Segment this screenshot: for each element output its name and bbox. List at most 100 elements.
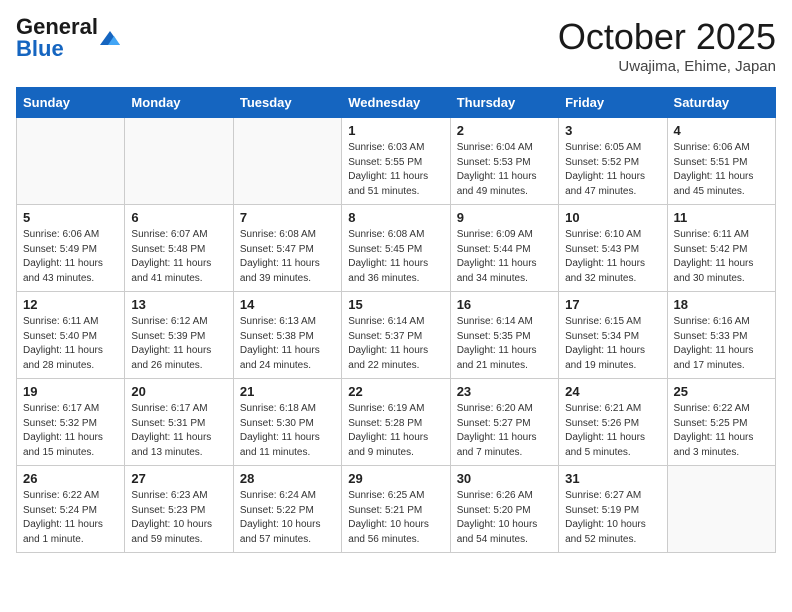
- calendar-cell: 15 Sunrise: 6:14 AM Sunset: 5:37 PM Dayli…: [342, 292, 450, 379]
- weekday-header-row: SundayMondayTuesdayWednesdayThursdayFrid…: [17, 88, 776, 118]
- weekday-header-sunday: Sunday: [17, 88, 125, 118]
- day-info: Sunrise: 6:05 AM Sunset: 5:52 PM Dayligh…: [565, 141, 660, 199]
- calendar-cell: 23 Sunrise: 6:20 AM Sunset: 5:27 PM Dayli…: [450, 379, 558, 466]
- day-info: Sunrise: 6:09 AM Sunset: 5:44 PM Dayligh…: [457, 228, 552, 286]
- day-info: Sunrise: 6:27 AM Sunset: 5:19 PM Dayligh…: [565, 489, 660, 547]
- calendar-cell: 31Sunrise: 6:27 AM Sunset: 5:19 PM Dayli…: [559, 466, 667, 553]
- calendar-cell: 20 Sunrise: 6:17 AM Sunset: 5:31 PM Dayli…: [125, 379, 233, 466]
- day-info: Sunrise: 6:22 AM Sunset: 5:25 PM Dayligh…: [674, 402, 769, 460]
- calendar-cell: [125, 118, 233, 205]
- calendar-cell: [17, 118, 125, 205]
- day-number: 30: [457, 471, 552, 486]
- calendar-cell: 17Sunrise: 6:15 AM Sunset: 5:34 PM Dayli…: [559, 292, 667, 379]
- day-number: 23: [457, 384, 552, 399]
- calendar-cell: 28 Sunrise: 6:24 AM Sunset: 5:22 PM Dayli…: [233, 466, 341, 553]
- week-row-3: 12 Sunrise: 6:11 AM Sunset: 5:40 PM Dayli…: [17, 292, 776, 379]
- day-info: Sunrise: 6:03 AM Sunset: 5:55 PM Dayligh…: [348, 141, 443, 199]
- calendar-cell: 16 Sunrise: 6:14 AM Sunset: 5:35 PM Dayli…: [450, 292, 558, 379]
- day-info: Sunrise: 6:19 AM Sunset: 5:28 PM Dayligh…: [348, 402, 443, 460]
- location: Uwajima, Ehime, Japan: [558, 58, 776, 75]
- day-info: Sunrise: 6:15 AM Sunset: 5:34 PM Dayligh…: [565, 315, 660, 373]
- day-info: Sunrise: 6:16 AM Sunset: 5:33 PM Dayligh…: [674, 315, 769, 373]
- day-info: Sunrise: 6:17 AM Sunset: 5:31 PM Dayligh…: [131, 402, 226, 460]
- day-number: 11: [674, 210, 769, 225]
- week-row-1: 1 Sunrise: 6:03 AM Sunset: 5:55 PM Daylig…: [17, 118, 776, 205]
- day-info: Sunrise: 6:13 AM Sunset: 5:38 PM Dayligh…: [240, 315, 335, 373]
- logo: General Blue: [16, 16, 120, 60]
- calendar-cell: 18 Sunrise: 6:16 AM Sunset: 5:33 PM Dayli…: [667, 292, 775, 379]
- day-number: 27: [131, 471, 226, 486]
- day-info: Sunrise: 6:25 AM Sunset: 5:21 PM Dayligh…: [348, 489, 443, 547]
- day-number: 15: [348, 297, 443, 312]
- day-number: 20: [131, 384, 226, 399]
- day-info: Sunrise: 6:11 AM Sunset: 5:40 PM Dayligh…: [23, 315, 118, 373]
- day-number: 9: [457, 210, 552, 225]
- day-number: 8: [348, 210, 443, 225]
- calendar-cell: 5 Sunrise: 6:06 AM Sunset: 5:49 PM Daylig…: [17, 205, 125, 292]
- day-number: 29: [348, 471, 443, 486]
- weekday-header-saturday: Saturday: [667, 88, 775, 118]
- calendar-cell: 11 Sunrise: 6:11 AM Sunset: 5:42 PM Dayli…: [667, 205, 775, 292]
- weekday-header-tuesday: Tuesday: [233, 88, 341, 118]
- day-number: 6: [131, 210, 226, 225]
- day-info: Sunrise: 6:22 AM Sunset: 5:24 PM Dayligh…: [23, 489, 118, 547]
- weekday-header-thursday: Thursday: [450, 88, 558, 118]
- day-info: Sunrise: 6:07 AM Sunset: 5:48 PM Dayligh…: [131, 228, 226, 286]
- day-number: 19: [23, 384, 118, 399]
- weekday-header-monday: Monday: [125, 88, 233, 118]
- day-info: Sunrise: 6:17 AM Sunset: 5:32 PM Dayligh…: [23, 402, 118, 460]
- day-number: 12: [23, 297, 118, 312]
- calendar-cell: 2 Sunrise: 6:04 AM Sunset: 5:53 PM Daylig…: [450, 118, 558, 205]
- day-number: 1: [348, 123, 443, 138]
- calendar-cell: 6 Sunrise: 6:07 AM Sunset: 5:48 PM Daylig…: [125, 205, 233, 292]
- day-info: Sunrise: 6:14 AM Sunset: 5:35 PM Dayligh…: [457, 315, 552, 373]
- calendar-cell: 12 Sunrise: 6:11 AM Sunset: 5:40 PM Dayli…: [17, 292, 125, 379]
- calendar-cell: 10 Sunrise: 6:10 AM Sunset: 5:43 PM Dayli…: [559, 205, 667, 292]
- day-info: Sunrise: 6:06 AM Sunset: 5:49 PM Dayligh…: [23, 228, 118, 286]
- day-info: Sunrise: 6:10 AM Sunset: 5:43 PM Dayligh…: [565, 228, 660, 286]
- calendar-cell: 22 Sunrise: 6:19 AM Sunset: 5:28 PM Dayli…: [342, 379, 450, 466]
- day-info: Sunrise: 6:04 AM Sunset: 5:53 PM Dayligh…: [457, 141, 552, 199]
- day-info: Sunrise: 6:11 AM Sunset: 5:42 PM Dayligh…: [674, 228, 769, 286]
- day-info: Sunrise: 6:18 AM Sunset: 5:30 PM Dayligh…: [240, 402, 335, 460]
- calendar-cell: 29 Sunrise: 6:25 AM Sunset: 5:21 PM Dayli…: [342, 466, 450, 553]
- calendar-cell: 14 Sunrise: 6:13 AM Sunset: 5:38 PM Dayli…: [233, 292, 341, 379]
- calendar-cell: 13 Sunrise: 6:12 AM Sunset: 5:39 PM Dayli…: [125, 292, 233, 379]
- calendar-cell: 27 Sunrise: 6:23 AM Sunset: 5:23 PM Dayli…: [125, 466, 233, 553]
- day-number: 5: [23, 210, 118, 225]
- calendar-cell: 7Sunrise: 6:08 AM Sunset: 5:47 PM Daylig…: [233, 205, 341, 292]
- day-number: 3: [565, 123, 660, 138]
- calendar-cell: 1 Sunrise: 6:03 AM Sunset: 5:55 PM Daylig…: [342, 118, 450, 205]
- day-info: Sunrise: 6:23 AM Sunset: 5:23 PM Dayligh…: [131, 489, 226, 547]
- day-info: Sunrise: 6:20 AM Sunset: 5:27 PM Dayligh…: [457, 402, 552, 460]
- calendar-cell: 19 Sunrise: 6:17 AM Sunset: 5:32 PM Dayli…: [17, 379, 125, 466]
- calendar-cell: 21Sunrise: 6:18 AM Sunset: 5:30 PM Dayli…: [233, 379, 341, 466]
- calendar-cell: 8Sunrise: 6:08 AM Sunset: 5:45 PM Daylig…: [342, 205, 450, 292]
- day-info: Sunrise: 6:12 AM Sunset: 5:39 PM Dayligh…: [131, 315, 226, 373]
- day-number: 13: [131, 297, 226, 312]
- day-number: 22: [348, 384, 443, 399]
- weekday-header-wednesday: Wednesday: [342, 88, 450, 118]
- week-row-5: 26 Sunrise: 6:22 AM Sunset: 5:24 PM Dayli…: [17, 466, 776, 553]
- logo-text: General Blue: [16, 16, 98, 60]
- calendar-cell: 30Sunrise: 6:26 AM Sunset: 5:20 PM Dayli…: [450, 466, 558, 553]
- calendar-cell: [667, 466, 775, 553]
- week-row-4: 19 Sunrise: 6:17 AM Sunset: 5:32 PM Dayli…: [17, 379, 776, 466]
- day-info: Sunrise: 6:06 AM Sunset: 5:51 PM Dayligh…: [674, 141, 769, 199]
- day-info: Sunrise: 6:14 AM Sunset: 5:37 PM Dayligh…: [348, 315, 443, 373]
- day-number: 14: [240, 297, 335, 312]
- weekday-header-friday: Friday: [559, 88, 667, 118]
- day-number: 10: [565, 210, 660, 225]
- day-number: 16: [457, 297, 552, 312]
- day-number: 2: [457, 123, 552, 138]
- day-info: Sunrise: 6:24 AM Sunset: 5:22 PM Dayligh…: [240, 489, 335, 547]
- day-number: 28: [240, 471, 335, 486]
- calendar-cell: 24Sunrise: 6:21 AM Sunset: 5:26 PM Dayli…: [559, 379, 667, 466]
- calendar-cell: [233, 118, 341, 205]
- title-section: October 2025 Uwajima, Ehime, Japan: [558, 16, 776, 75]
- logo-icon: [100, 31, 120, 45]
- calendar-cell: 26 Sunrise: 6:22 AM Sunset: 5:24 PM Dayli…: [17, 466, 125, 553]
- day-number: 26: [23, 471, 118, 486]
- day-number: 4: [674, 123, 769, 138]
- day-number: 18: [674, 297, 769, 312]
